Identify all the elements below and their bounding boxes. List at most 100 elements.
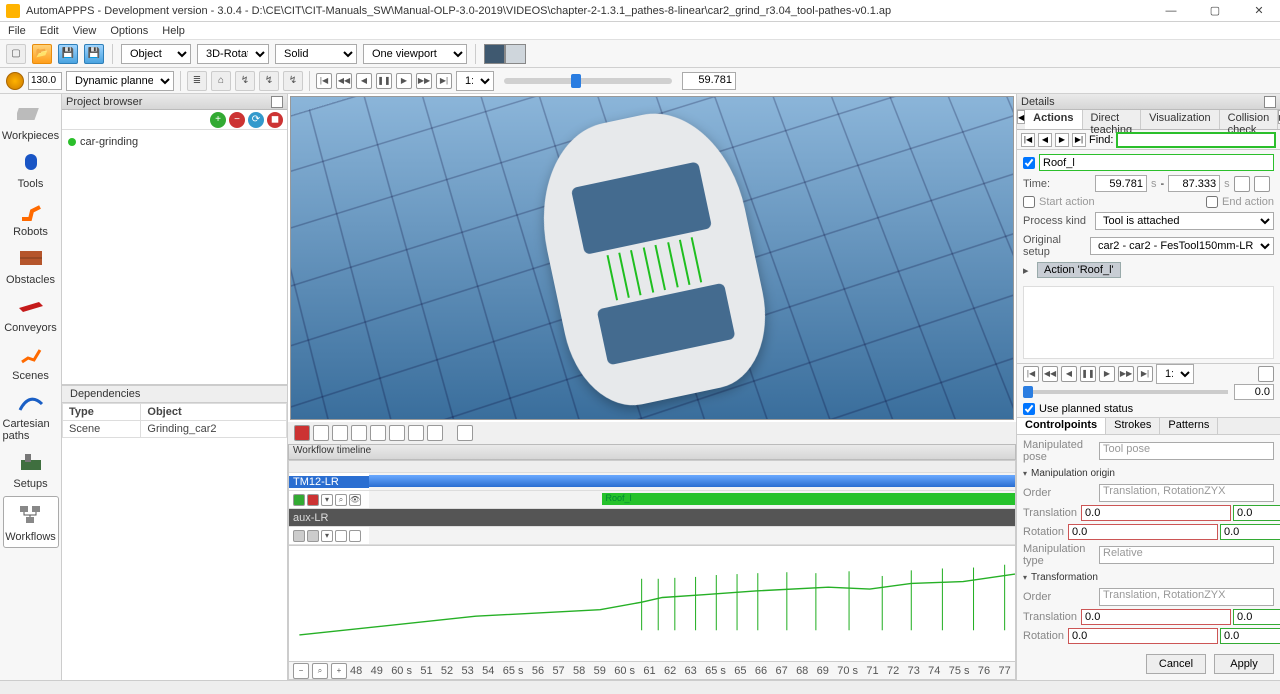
zoom-fit-icon[interactable]: ⌕ (312, 663, 328, 679)
tab-scroll-left-icon[interactable]: ◀ (1017, 110, 1025, 124)
stop-icon[interactable]: ◼ (267, 112, 283, 128)
menu-view[interactable]: View (73, 25, 97, 37)
find-input[interactable] (1116, 132, 1276, 148)
new-file-icon[interactable]: ▢ (6, 44, 26, 64)
step-fwd-icon[interactable]: ▶▶ (416, 73, 432, 89)
zoom-out-icon[interactable]: − (293, 663, 309, 679)
details-slider-thumb[interactable] (1023, 386, 1033, 398)
dropdown-icon[interactable] (427, 425, 443, 441)
pause-icon[interactable]: ❚❚ (376, 73, 392, 89)
open-folder-icon[interactable]: 📂 (32, 44, 52, 64)
palette-workpieces[interactable]: Workpieces (3, 100, 59, 142)
timeline-track-aux[interactable]: aux-LR (289, 509, 1015, 527)
robot-exec-icon[interactable]: ↯ (283, 71, 303, 91)
tab-collision[interactable]: Collision check (1220, 110, 1279, 129)
minimize-button[interactable]: — (1156, 2, 1186, 20)
slider-thumb[interactable] (571, 74, 581, 88)
original-setup-select[interactable]: car2 - car2 - FesTool150mm-LR (1090, 237, 1274, 255)
record-icon[interactable] (294, 425, 310, 441)
nav-first-icon[interactable]: |◀ (1021, 133, 1035, 147)
tool-pose-select[interactable]: Tool pose (1099, 442, 1274, 460)
shading-select[interactable]: Solid (275, 44, 357, 64)
robot-sim-icon[interactable]: ↯ (259, 71, 279, 91)
action-chip[interactable]: Action 'Roof_l' (1037, 262, 1121, 278)
table-row[interactable]: SceneGrinding_car2 (63, 421, 287, 438)
skip-end-icon[interactable]: ▶| (436, 73, 452, 89)
timeline-track-roof[interactable]: ▾ ⌕ 👁 Roof_l (289, 491, 1015, 509)
origin-tx-input[interactable] (1081, 505, 1231, 521)
subtab-patterns[interactable]: Patterns (1160, 418, 1218, 434)
origin-order-select[interactable]: Translation, RotationZYX (1099, 484, 1274, 502)
object-mode-select[interactable]: Object (121, 44, 191, 64)
track-eye-icon[interactable]: ⌕ (335, 494, 347, 506)
roof-checkbox[interactable] (1023, 157, 1035, 169)
det-step-fwd-icon[interactable]: ▶▶ (1118, 366, 1134, 382)
track-opts-icon[interactable]: ▾ (321, 494, 333, 506)
robot-pose-icon[interactable]: ↯ (235, 71, 255, 91)
palette-tools[interactable]: Tools (3, 148, 59, 190)
det-pause-icon[interactable]: ❚❚ (1080, 366, 1096, 382)
project-tree[interactable]: car-grinding (62, 130, 287, 385)
play-icon[interactable]: ▶ (396, 73, 412, 89)
palette-conveyors[interactable]: Conveyors (3, 292, 59, 334)
panel-collapse-icon[interactable] (271, 96, 283, 108)
view-persp-icon[interactable] (389, 425, 405, 441)
time-opt2-icon[interactable] (1254, 176, 1270, 192)
manip-origin-header[interactable]: Manipulation origin (1023, 466, 1274, 481)
det-skip-start-icon[interactable]: |◀ (1023, 366, 1039, 382)
transform-ty-input[interactable] (1233, 609, 1280, 625)
process-kind-select[interactable]: Tool is attached (1095, 212, 1274, 230)
tree-icon[interactable]: ⌂ (211, 71, 231, 91)
time-to-input[interactable] (1168, 175, 1220, 192)
end-action-checkbox[interactable] (1206, 196, 1218, 208)
close-button[interactable]: ✕ (1244, 2, 1274, 20)
3d-viewport[interactable] (290, 96, 1014, 420)
transform-ry-input[interactable] (1220, 628, 1280, 644)
det-skip-end-icon[interactable]: ▶| (1137, 366, 1153, 382)
subtab-strokes[interactable]: Strokes (1106, 418, 1160, 434)
origin-ry-input[interactable] (1220, 524, 1280, 540)
det-play-icon[interactable]: ▶ (1099, 366, 1115, 382)
transform-rx-input[interactable] (1068, 628, 1218, 644)
save-icon[interactable]: 💾 (58, 44, 78, 64)
step-back-icon[interactable]: ◀◀ (336, 73, 352, 89)
planner-mode-select[interactable]: Dynamic planner (66, 71, 174, 91)
maximize-button[interactable]: ▢ (1200, 2, 1230, 20)
action-name-input[interactable] (1039, 154, 1274, 171)
nav-last-icon[interactable]: ▶| (1072, 133, 1086, 147)
palette-robots[interactable]: Robots (3, 196, 59, 238)
det-extra-icon[interactable] (1258, 366, 1274, 382)
palette-workflows[interactable]: Workflows (3, 496, 59, 548)
menu-options[interactable]: Options (110, 25, 148, 37)
skip-start-icon[interactable]: |◀ (316, 73, 332, 89)
tab-direct-teaching[interactable]: Direct teaching (1083, 110, 1142, 129)
details-slider[interactable] (1023, 390, 1228, 394)
origin-ty-input[interactable] (1233, 505, 1280, 521)
track-eye2-icon[interactable]: 👁 (349, 494, 361, 506)
track-btn-icon[interactable] (349, 530, 361, 542)
rotation-mode-select[interactable]: 3D-Rotation (197, 44, 269, 64)
subtab-controlpoints[interactable]: Controlpoints (1017, 418, 1106, 434)
tree-item-car-grinding[interactable]: car-grinding (68, 136, 281, 148)
nav-next-icon[interactable]: ▶ (1055, 133, 1069, 147)
planner-value-input[interactable] (28, 72, 62, 90)
panel-collapse-icon[interactable] (1264, 96, 1276, 108)
transform-order-select[interactable]: Translation, RotationZYX (1099, 588, 1274, 606)
preview-toggle[interactable] (484, 44, 526, 64)
view-ortho-icon[interactable] (370, 425, 386, 441)
time-from-input[interactable] (1095, 175, 1147, 192)
apply-button[interactable]: Apply (1214, 654, 1274, 674)
tab-visualization[interactable]: Visualization (1141, 110, 1220, 129)
timeline-track-extra[interactable]: ▾ (289, 527, 1015, 545)
timeline-slider[interactable] (504, 78, 672, 84)
det-play-back-icon[interactable]: ◀ (1061, 366, 1077, 382)
menu-edit[interactable]: Edit (40, 25, 59, 37)
zoom-in-icon[interactable]: + (331, 663, 347, 679)
transformation-header[interactable]: Transformation (1023, 570, 1274, 585)
menu-file[interactable]: File (8, 25, 26, 37)
add-item-icon[interactable]: + (210, 112, 226, 128)
track-btn-icon[interactable] (307, 530, 319, 542)
track-btn-icon[interactable] (335, 530, 347, 542)
track-btn-icon[interactable]: ▾ (321, 530, 333, 542)
transform-tx-input[interactable] (1081, 609, 1231, 625)
